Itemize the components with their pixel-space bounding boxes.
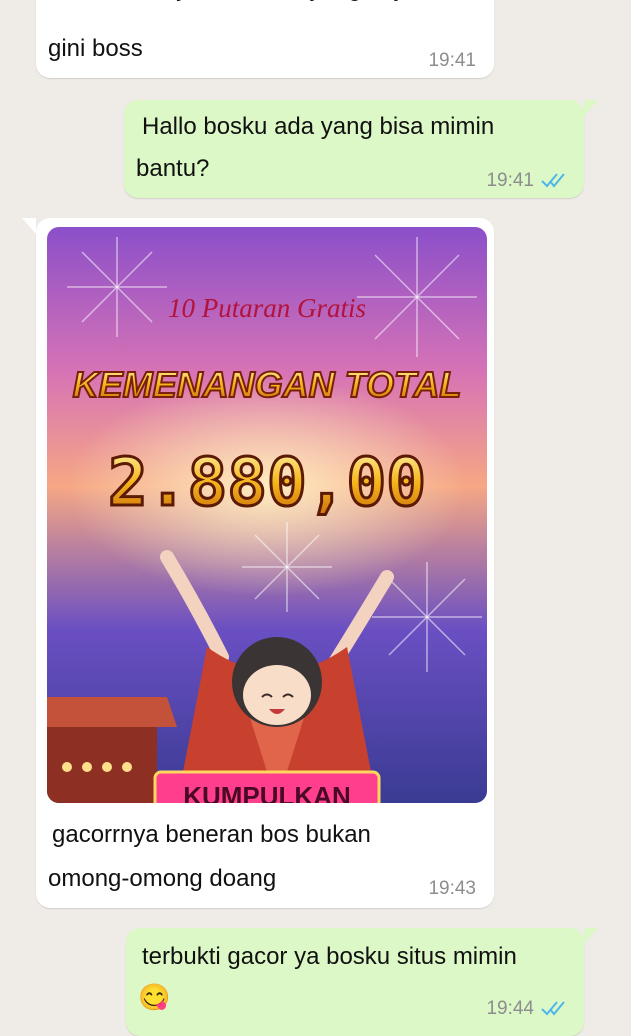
bubble-tail — [584, 100, 598, 116]
outgoing-message[interactable]: terbukti gacor ya bosku situs mimin 😋 19… — [126, 928, 584, 1036]
message-timestamp: 19:43 — [428, 878, 476, 899]
message-text-line: terbukti gacor ya bosku situs mimin — [142, 943, 517, 970]
message-text-line: gini boss — [48, 35, 143, 62]
win-screenshot-image: 10 Putaran Gratis KEMENANGAN TOTAL 2.880… — [47, 227, 487, 803]
message-text-line: dari dulu saya cari situs yang kaya — [52, 0, 419, 10]
bubble-tail — [22, 218, 36, 234]
message-text-line: bantu? — [136, 155, 210, 182]
outgoing-message[interactable]: Hallo bosku ada yang bisa mimin bantu? 1… — [124, 100, 584, 198]
bubble-tail — [584, 928, 598, 944]
emoji-yum-icon: 😋 — [138, 982, 171, 1012]
collect-button-label: KUMPULKAN — [183, 781, 351, 803]
double-check-icon — [541, 173, 565, 188]
message-text-line: omong-omong doang — [48, 865, 277, 892]
double-check-icon — [541, 1001, 565, 1016]
incoming-message[interactable]: dari dulu saya cari situs yang kaya gini… — [36, 0, 494, 78]
message-timestamp: 19:41 — [486, 170, 534, 191]
message-timestamp: 19:44 — [486, 998, 534, 1019]
free-spins-text: 10 Putaran Gratis — [168, 293, 366, 323]
message-timestamp: 19:41 — [428, 50, 476, 71]
shared-image[interactable]: 10 Putaran Gratis KEMENANGAN TOTAL 2.880… — [47, 227, 487, 803]
total-win-text: KEMENANGAN TOTAL — [73, 364, 462, 405]
message-text-line: Hallo bosku ada yang bisa mimin — [142, 113, 495, 140]
win-amount: 2.880,00 — [108, 444, 426, 521]
chat-screen: { "messages": [ {"direction":"in","text_… — [0, 0, 631, 1036]
message-text-line: gacorrnya beneran bos bukan — [52, 821, 371, 848]
